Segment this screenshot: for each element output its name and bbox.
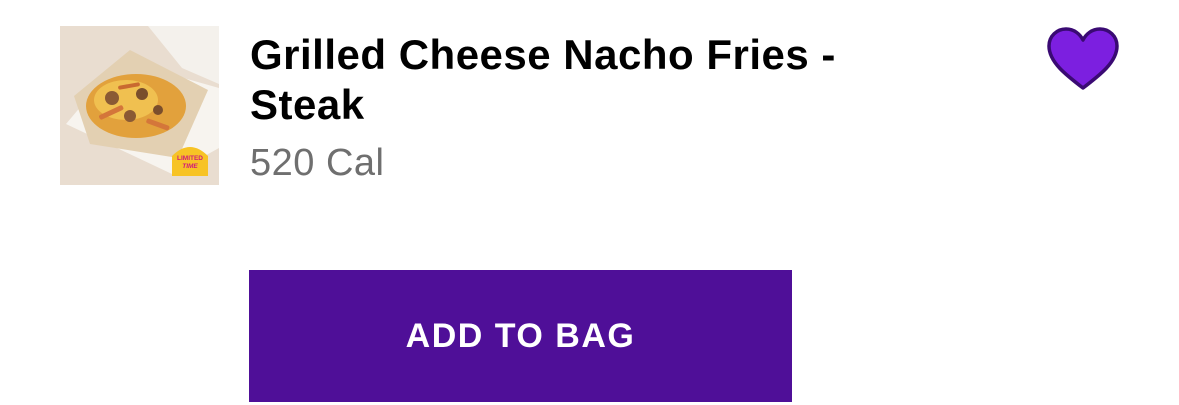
- product-title: Grilled Cheese Nacho Fries - Steak: [250, 31, 836, 128]
- favorite-heart-icon[interactable]: [1046, 26, 1120, 92]
- product-calories: 520 Cal: [250, 142, 385, 184]
- heart-icon: [1047, 27, 1119, 90]
- svg-text:LIMITED: LIMITED: [177, 155, 203, 162]
- product-card: LIMITED TIME Grilled Cheese Nacho Fries …: [0, 0, 1179, 405]
- product-image-art: LIMITED TIME: [60, 26, 219, 185]
- product-image[interactable]: LIMITED TIME: [60, 26, 219, 185]
- add-to-bag-button[interactable]: ADD TO BAG: [249, 270, 792, 402]
- svg-text:TIME: TIME: [182, 163, 198, 170]
